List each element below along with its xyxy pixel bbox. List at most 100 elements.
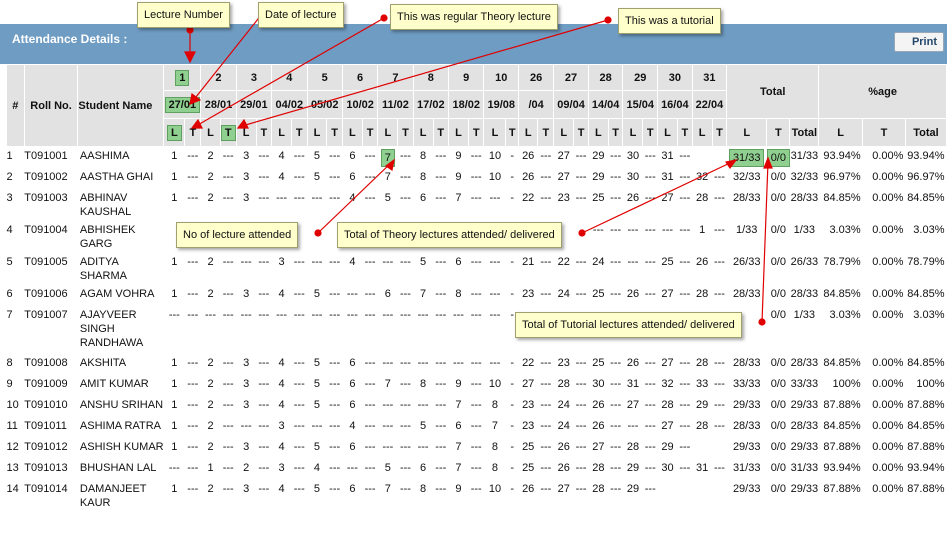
attendance-value: --- [644, 441, 656, 453]
summary-value: 87.88% [823, 399, 861, 411]
attendance-cell: 5 [413, 253, 433, 285]
attendance-cell: --- [220, 285, 236, 306]
lecture-type: L [341, 118, 363, 147]
attendance-cell: 2 [201, 480, 220, 512]
lecture-type-text: L [455, 126, 462, 139]
attendance-cell: - [506, 253, 519, 285]
table-row: 6 T091006 AGAM VOHRA 1 --- 2 --- 3 --- 4 --- 5 --- --… [7, 285, 947, 306]
attendance-cell: --- [378, 306, 398, 354]
student-name: ANSHU SRIHAN [79, 399, 164, 411]
attendance-cell: 3 [236, 396, 256, 417]
attendance-cell: 5 [413, 417, 433, 438]
attendance-value: --- [452, 357, 464, 369]
table-row: 11 T091011 ASHIMA RATRA 1 --- 2 --- --- --- 3 --- -… [7, 417, 947, 438]
attendance-value: 4 [278, 483, 285, 495]
lecture-date-text: 28/01 [204, 98, 233, 111]
summary-cell: 84.85% [905, 354, 946, 375]
attendance-cell: --- [712, 417, 727, 438]
attendance-value: 10 [488, 150, 502, 162]
summary-value: 0.00% [872, 224, 904, 236]
attendance-value: --- [435, 420, 447, 432]
attendance-cell: 10 [484, 480, 506, 512]
print-button[interactable]: Print [894, 32, 944, 52]
attendance-cell: 28 [658, 396, 678, 417]
attendance-value: --- [679, 462, 691, 474]
attendance-cell: --- [433, 285, 448, 306]
lecture-type-text: L [594, 126, 602, 139]
attendance-cell: 24 [554, 285, 574, 306]
attendance-value: 29 [626, 483, 640, 495]
attendance-cell: --- [538, 168, 554, 189]
attendance-value: --- [489, 256, 501, 268]
attendance-value: 1 [171, 441, 178, 453]
attendance-value: 3 [243, 441, 250, 453]
summary-cell: 31/33 [727, 147, 767, 169]
attendance-cell: --- [327, 480, 342, 512]
attendance-cell: --- [378, 396, 398, 417]
attendance-cell: --- [538, 459, 554, 480]
attendance-value: 25 [661, 256, 674, 268]
attendance-cell: --- [712, 189, 727, 221]
lecture-number: 30 [657, 64, 693, 91]
attendance-cell: --- [678, 221, 693, 253]
attendance-cell: 33 [692, 375, 712, 396]
attendance-cell: 4 [272, 438, 292, 459]
attendance-value: 1 [171, 483, 178, 495]
attendance-value: 6 [384, 288, 391, 300]
lecture-type-text: T [260, 126, 268, 139]
attendance-value: --- [713, 224, 725, 236]
attendance-value: 23 [557, 192, 570, 204]
attendance-value: 10 [488, 483, 502, 495]
attendance-value: 23 [522, 420, 535, 432]
attendance-cell: --- [362, 285, 377, 306]
attendance-cell: 2 [201, 285, 220, 306]
attendance-value: 21 [522, 256, 535, 268]
summary-cell: 0.00% [863, 189, 906, 221]
attendance-value: --- [293, 150, 305, 162]
attendance-value: --- [470, 441, 482, 453]
attendance-cell [692, 438, 712, 459]
summary-value: 31/33 [790, 462, 819, 474]
attendance-cell: --- [256, 306, 271, 354]
attendance-value: --- [470, 171, 482, 183]
summary-cell: 31/33 [727, 459, 767, 480]
attendance-value: --- [610, 150, 622, 162]
summary-cell: 28/33 [727, 417, 767, 438]
row-index: 8 [6, 357, 13, 369]
lecture-type-text: L [313, 126, 321, 139]
attendance-value: --- [187, 357, 199, 369]
attendance-value: 23 [557, 357, 570, 369]
attendance-cell: 29 [623, 480, 643, 512]
summary-cell: 84.85% [905, 285, 946, 306]
attendance-cell: --- [327, 168, 342, 189]
attendance-cell: 8 [413, 480, 433, 512]
attendance-cell: 4 [272, 168, 292, 189]
lecture-date-text: 16/04 [661, 98, 689, 111]
attendance-cell: --- [292, 375, 307, 396]
attendance-cell: --- [538, 417, 554, 438]
attendance-cell: --- [433, 375, 448, 396]
attendance-cell: --- [220, 375, 236, 396]
summary-value: 96.97% [907, 171, 945, 183]
summary-value: 0.00% [872, 462, 904, 474]
attendance-cell: --- [608, 147, 623, 169]
attendance-cell: 27 [658, 189, 678, 221]
attendance-value: 29 [592, 150, 605, 162]
attendance-value: 22 [557, 256, 570, 268]
summary-cell: 0/0 [767, 306, 790, 354]
attendance-value: --- [187, 288, 199, 300]
attendance-cell: 7 [378, 375, 398, 396]
attendance-value: --- [679, 171, 691, 183]
attendance-cell: --- [362, 168, 377, 189]
attendance-cell: --- [574, 459, 589, 480]
attendance-cell: --- [292, 480, 307, 512]
attendance-cell: --- [468, 459, 483, 480]
attendance-value: 23 [522, 399, 535, 411]
attendance-cell: 28 [692, 354, 712, 375]
attendance-value: --- [644, 256, 656, 268]
attendance-value: 31 [696, 462, 709, 474]
attendance-cell: 4 [272, 396, 292, 417]
attendance-value: --- [540, 150, 552, 162]
lecture-date: 10/02 [341, 90, 379, 119]
lecture-type: T [361, 118, 379, 147]
